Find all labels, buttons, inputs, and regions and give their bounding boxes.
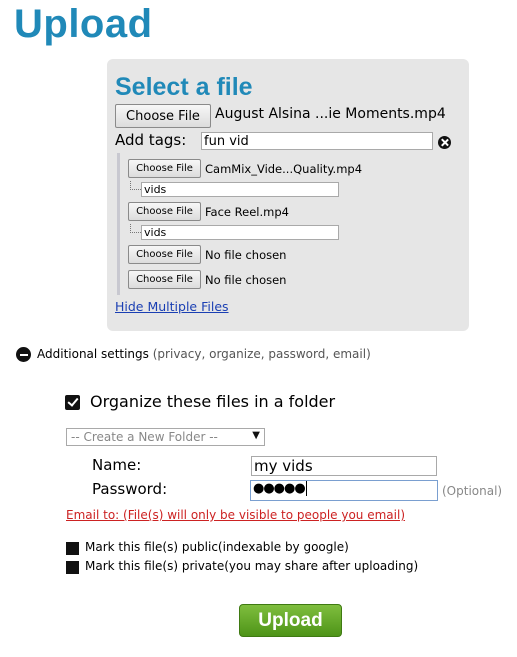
add-tags-input[interactable] bbox=[201, 132, 433, 150]
select-file-heading: Select a file bbox=[115, 73, 253, 101]
add-tags-label: Add tags: bbox=[115, 131, 187, 149]
multiple-files-bar bbox=[117, 153, 120, 295]
folder-password-input[interactable]: ●●●●● bbox=[250, 480, 438, 501]
chosen-file-name: August Alsina ...ie Moments.mp4 bbox=[215, 106, 446, 122]
folder-password-label: Password: bbox=[92, 480, 168, 498]
private-label: Mark this file(s) private(you may share … bbox=[85, 559, 419, 573]
tags-input-2[interactable] bbox=[141, 225, 339, 240]
tree-connector bbox=[130, 181, 141, 190]
folder-select-value: -- Create a New Folder -- bbox=[71, 430, 218, 444]
file-name-4: No file chosen bbox=[205, 273, 287, 287]
choose-file-button-3[interactable]: Choose File bbox=[128, 245, 201, 264]
optional-hint: (Optional) bbox=[442, 484, 503, 498]
folder-select[interactable]: -- Create a New Folder -- ▼ bbox=[66, 428, 265, 446]
choose-file-button[interactable]: Choose File bbox=[115, 104, 211, 128]
hide-multiple-files-link[interactable]: Hide Multiple Files bbox=[115, 299, 229, 314]
choose-file-button-2[interactable]: Choose File bbox=[128, 202, 201, 221]
private-checkbox[interactable] bbox=[66, 561, 79, 574]
file-name-3: No file chosen bbox=[205, 248, 287, 262]
file-name-2: Face Reel.mp4 bbox=[205, 205, 289, 219]
email-to-link[interactable]: Email to: (File(s) will only be visible … bbox=[66, 508, 405, 522]
close-icon[interactable] bbox=[438, 136, 451, 149]
choose-file-button-4[interactable]: Choose File bbox=[128, 270, 201, 289]
folder-name-input[interactable] bbox=[251, 456, 437, 476]
tags-input-1[interactable] bbox=[141, 182, 339, 197]
public-label: Mark this file(s) public(indexable by go… bbox=[85, 540, 349, 554]
public-checkbox[interactable] bbox=[66, 542, 79, 555]
text-cursor bbox=[305, 481, 307, 496]
tree-connector bbox=[130, 224, 141, 233]
collapse-minus-icon[interactable] bbox=[16, 347, 31, 362]
organize-folder-checkbox[interactable] bbox=[65, 395, 80, 410]
upload-button[interactable]: Upload bbox=[239, 604, 342, 637]
file-name-1: CamMix_Vide...Quality.mp4 bbox=[205, 162, 363, 176]
additional-settings-label: Additional settings bbox=[37, 347, 149, 361]
page-title: Upload bbox=[14, 2, 153, 46]
folder-name-label: Name: bbox=[92, 456, 142, 474]
dropdown-arrow-icon: ▼ bbox=[252, 430, 260, 441]
additional-settings-hint: (privacy, organize, password, email) bbox=[152, 347, 371, 361]
organize-folder-label: Organize these files in a folder bbox=[90, 392, 336, 411]
choose-file-button-1[interactable]: Choose File bbox=[128, 159, 201, 178]
additional-settings-toggle[interactable]: Additional settings (privacy, organize, … bbox=[37, 347, 371, 361]
password-dots: ●●●●● bbox=[253, 481, 306, 496]
